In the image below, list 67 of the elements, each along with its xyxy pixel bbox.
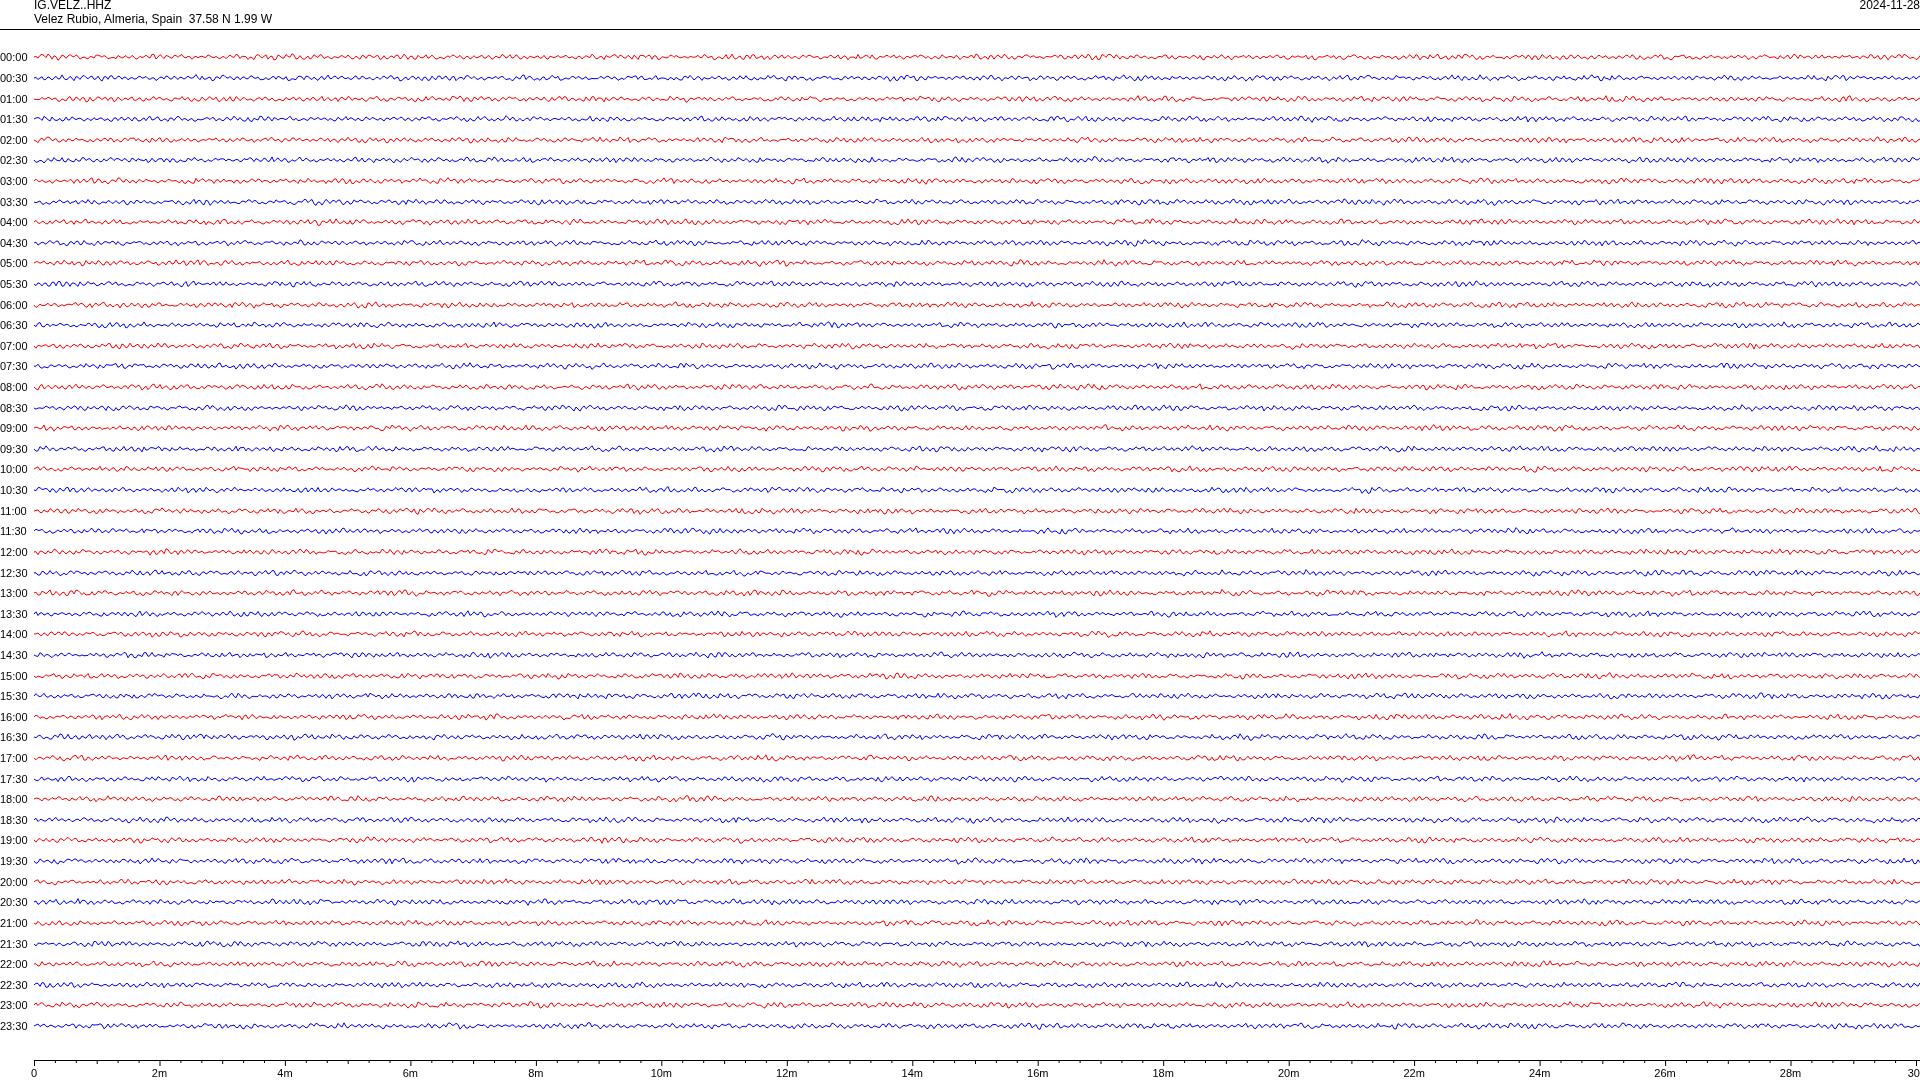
axis-tick-label: 12m xyxy=(776,1067,798,1080)
time-label: 05:00 xyxy=(0,257,29,270)
time-label: 13:00 xyxy=(0,587,29,600)
time-label: 00:30 xyxy=(0,71,29,84)
time-label: 21:30 xyxy=(0,937,29,950)
time-label: 01:00 xyxy=(0,92,29,105)
time-label: 20:00 xyxy=(0,875,29,888)
axis-tick-label: 26m xyxy=(1654,1067,1676,1080)
axis-tick-label: 10m xyxy=(650,1067,673,1080)
time-label: 19:30 xyxy=(0,855,29,868)
time-label: 06:30 xyxy=(0,319,29,332)
time-label: 01:30 xyxy=(0,113,29,126)
time-label: 02:00 xyxy=(0,133,29,146)
time-label: 03:30 xyxy=(0,195,29,208)
station-location: Velez Rubio, Almeria, Spain 37.58 N 1.99 W xyxy=(34,12,273,26)
axis-tick-label: 8m xyxy=(528,1067,544,1080)
time-label: 04:00 xyxy=(0,216,29,229)
time-label: 17:30 xyxy=(0,772,29,785)
axis-tick-label: 28m xyxy=(1779,1067,1802,1080)
station-code: IG.VELZ..HHZ xyxy=(34,0,112,12)
time-label: 18:00 xyxy=(0,793,29,806)
time-label: 04:30 xyxy=(0,236,29,249)
time-label: 22:00 xyxy=(0,958,29,971)
time-label: 17:00 xyxy=(0,752,29,764)
time-label: 23:30 xyxy=(0,1019,29,1032)
axis-tick-label: 2m xyxy=(151,1067,168,1080)
time-label: 12:30 xyxy=(0,566,29,579)
time-label: 10:00 xyxy=(0,463,29,476)
axis-tick-label: 24m xyxy=(1528,1067,1551,1080)
time-label: 07:00 xyxy=(0,339,29,352)
time-label: 23:00 xyxy=(0,999,29,1012)
time-label: 15:00 xyxy=(0,669,29,682)
time-label: 08:30 xyxy=(0,401,29,414)
time-label: 09:30 xyxy=(0,442,29,455)
time-label: 13:30 xyxy=(0,607,29,620)
time-label: 16:00 xyxy=(0,710,29,723)
time-label: 20:30 xyxy=(0,896,29,909)
time-label: 12:00 xyxy=(0,545,29,558)
time-label: 11:00 xyxy=(0,504,28,517)
axis-tick-label: 30 xyxy=(1907,1067,1920,1080)
axis-tick-label: 14m xyxy=(901,1067,923,1080)
time-label: 15:30 xyxy=(0,690,29,703)
time-label: 19:00 xyxy=(0,834,29,847)
axis-tick-label: 22m xyxy=(1403,1067,1425,1080)
time-label: 14:00 xyxy=(0,628,29,641)
time-label: 11:30 xyxy=(0,525,28,538)
time-label: 03:00 xyxy=(0,174,29,187)
time-label: 10:30 xyxy=(0,484,29,497)
time-label: 07:30 xyxy=(0,360,29,373)
time-label: 06:00 xyxy=(0,298,29,311)
time-label: 05:30 xyxy=(0,278,29,290)
axis-tick-label: 6m xyxy=(402,1067,419,1080)
time-label: 02:30 xyxy=(0,154,29,167)
time-label: 18:30 xyxy=(0,813,29,826)
axis-tick-label: 18m xyxy=(1152,1067,1174,1080)
time-label: 08:00 xyxy=(0,381,29,394)
axis-tick-label: 4m xyxy=(277,1067,293,1080)
time-label: 22:30 xyxy=(0,978,29,991)
axis-tick-label: 0 xyxy=(30,1067,38,1080)
axis-tick-label: 16m xyxy=(1027,1067,1049,1080)
record-date: 2024-11-28 xyxy=(1859,0,1920,12)
time-label: 00:00 xyxy=(0,51,29,64)
time-label: 21:00 xyxy=(0,916,29,929)
time-label: 14:30 xyxy=(0,648,29,661)
time-label: 09:00 xyxy=(0,422,29,435)
time-label: 16:30 xyxy=(0,731,29,744)
axis-tick-label: 20m xyxy=(1277,1067,1300,1080)
